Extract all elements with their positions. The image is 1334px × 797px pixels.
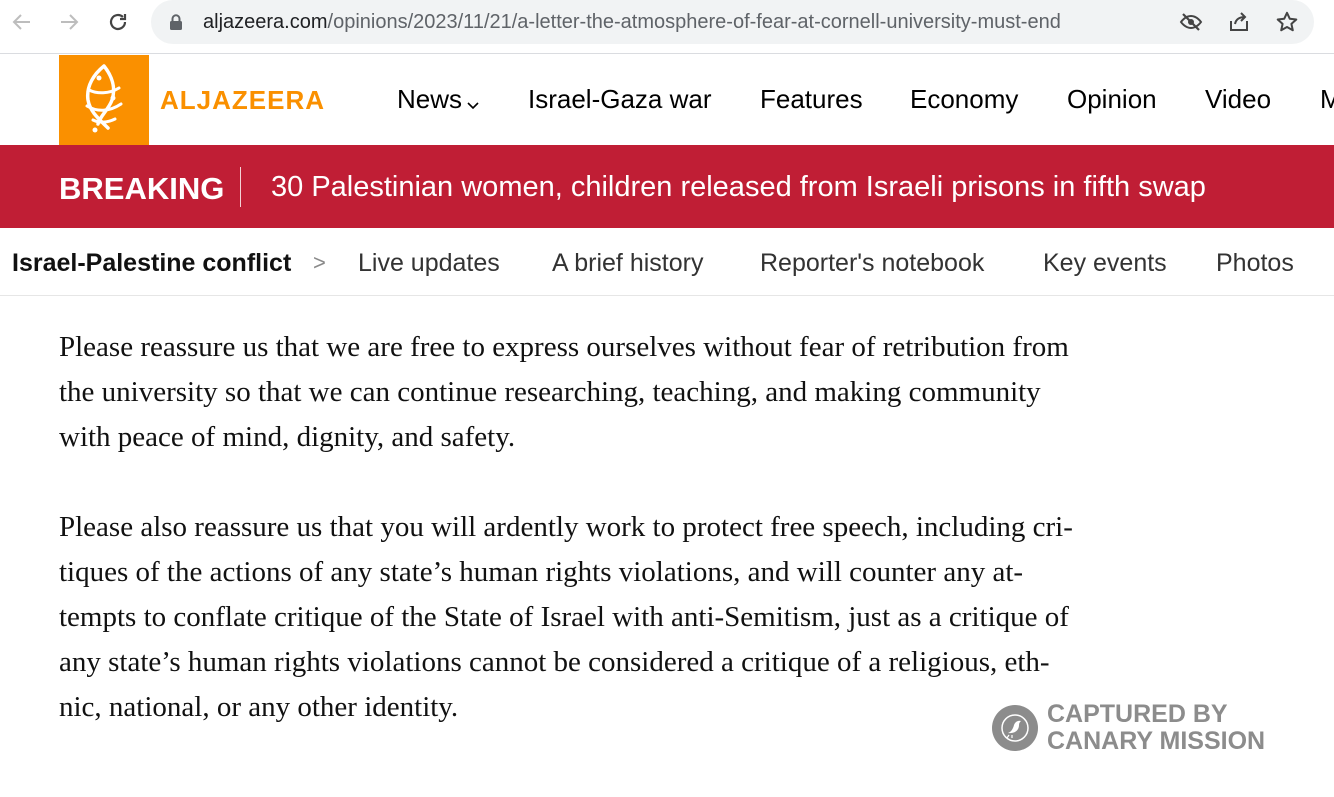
breaking-label: BREAKING bbox=[59, 171, 225, 206]
share-icon[interactable] bbox=[1227, 10, 1251, 34]
topic-navigation: Israel-Palestine conflict > Live updates… bbox=[0, 228, 1334, 296]
nav-features[interactable]: Features bbox=[760, 84, 863, 115]
nav-more[interactable]: M bbox=[1320, 84, 1334, 115]
article-line: Please also reassure us that you will ar… bbox=[59, 511, 1073, 543]
article-line: the university so that we can continue r… bbox=[59, 376, 1041, 408]
article-paragraph: Please also reassure us that you will ar… bbox=[59, 505, 1219, 730]
canary-mission-watermark: CAPTURED BY CANARY MISSION bbox=[992, 700, 1292, 760]
breaking-news-banner[interactable]: BREAKING 30 Palestinian women, children … bbox=[0, 145, 1334, 228]
site-header: ALJAZEERA News Israel-Gaza war Features … bbox=[0, 55, 1334, 145]
article-line: with peace of mind, dignity, and safety. bbox=[59, 421, 516, 453]
logo-wordmark[interactable]: ALJAZEERA bbox=[160, 85, 325, 116]
article-line: any state’s human rights violations cann… bbox=[59, 646, 1050, 678]
article-line: tiques of the actions of any state’s hum… bbox=[59, 556, 1024, 588]
eye-off-icon[interactable] bbox=[1179, 10, 1203, 34]
nav-opinion[interactable]: Opinion bbox=[1067, 84, 1157, 115]
lock-icon[interactable] bbox=[169, 14, 183, 35]
topic-title[interactable]: Israel-Palestine conflict bbox=[12, 249, 291, 278]
nav-economy[interactable]: Economy bbox=[910, 84, 1018, 115]
article-line: Please reassure us that we are free to e… bbox=[59, 331, 1069, 363]
topic-link-photos[interactable]: Photos bbox=[1216, 249, 1294, 278]
watermark-line-1: CAPTURED BY bbox=[1047, 700, 1228, 728]
url-path: /opinions/2023/11/21/a-letter-the-atmosp… bbox=[327, 11, 1061, 33]
watermark-line-2: CANARY MISSION bbox=[1047, 727, 1266, 755]
nav-israel-gaza-war[interactable]: Israel-Gaza war bbox=[528, 84, 712, 115]
topic-link-live-updates[interactable]: Live updates bbox=[358, 249, 500, 278]
chevron-down-icon bbox=[466, 86, 480, 117]
browser-toolbar: aljazeera.com/opinions/2023/11/21/a-lett… bbox=[0, 0, 1334, 44]
breaking-divider bbox=[240, 167, 241, 207]
breaking-headline[interactable]: 30 Palestinian women, children released … bbox=[271, 171, 1206, 204]
article-body: Please reassure us that we are free to e… bbox=[59, 325, 1219, 730]
reload-icon[interactable] bbox=[104, 8, 132, 36]
topic-link-reporters-notebook[interactable]: Reporter's notebook bbox=[760, 249, 984, 278]
article-paragraph: Please reassure us that we are free to e… bbox=[59, 325, 1219, 460]
nav-video[interactable]: Video bbox=[1205, 84, 1271, 115]
topic-link-key-events[interactable]: Key events bbox=[1043, 249, 1167, 278]
star-icon[interactable] bbox=[1275, 10, 1299, 34]
toolbar-divider bbox=[0, 53, 1334, 54]
nav-news-label: News bbox=[397, 84, 463, 114]
address-bar[interactable]: aljazeera.com/opinions/2023/11/21/a-lett… bbox=[151, 0, 1314, 44]
canary-bird-icon bbox=[992, 705, 1038, 751]
forward-icon[interactable] bbox=[55, 8, 83, 36]
article-line: tempts to conflate critique of the State… bbox=[59, 601, 1069, 633]
topic-link-brief-history[interactable]: A brief history bbox=[552, 249, 703, 278]
back-icon[interactable] bbox=[8, 8, 36, 36]
nav-news[interactable]: News bbox=[397, 84, 480, 117]
article-line: nic, national, or any other identity. bbox=[59, 691, 459, 723]
chevron-right-icon: > bbox=[313, 250, 326, 275]
url-text[interactable]: aljazeera.com/opinions/2023/11/21/a-lett… bbox=[203, 11, 1061, 34]
url-host: aljazeera.com bbox=[203, 11, 328, 33]
aljazeera-logo-icon[interactable] bbox=[59, 55, 149, 145]
